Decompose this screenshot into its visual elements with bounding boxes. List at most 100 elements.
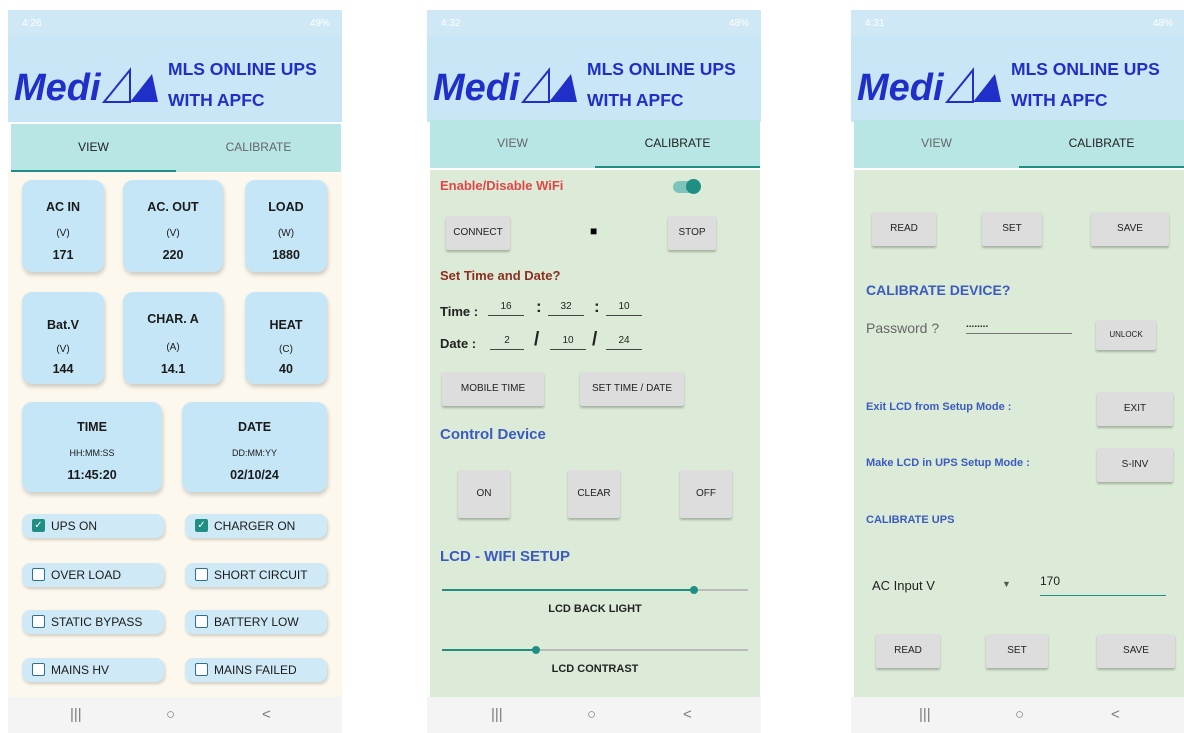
tab-bar: VIEW CALIBRATE xyxy=(854,120,1184,168)
hour-field[interactable]: 16 xyxy=(488,300,524,316)
card-load: LOAD (W) 1880 xyxy=(245,180,327,272)
tab-view[interactable]: VIEW xyxy=(430,120,595,168)
tab-view[interactable]: VIEW xyxy=(854,120,1019,168)
second-field[interactable]: 10 xyxy=(606,300,642,316)
year-field[interactable]: 24 xyxy=(606,334,642,350)
phone-screen-calibrate-device: 4:31 48% Medi MLS ONLINE UPS WITH APFC V… xyxy=(851,10,1184,733)
battery-percent: 49% xyxy=(309,18,330,29)
month-field[interactable]: 10 xyxy=(550,334,586,350)
set-button-bottom[interactable]: SET xyxy=(986,634,1048,668)
checkbox-icon[interactable] xyxy=(195,663,208,676)
time-separator: : xyxy=(536,297,542,316)
calibrate-device-content: READ SET SAVE CALIBRATE DEVICE? Password… xyxy=(854,170,1184,698)
tab-calibrate[interactable]: CALIBRATE xyxy=(595,120,760,168)
card-ac-out: AC. OUT (V) 220 xyxy=(123,180,223,272)
check-static-bypass[interactable]: STATIC BYPASS xyxy=(22,610,164,634)
tab-calibrate[interactable]: CALIBRATE xyxy=(1019,120,1184,168)
minute-field[interactable]: 32 xyxy=(548,300,584,316)
connect-button[interactable]: CONNECT xyxy=(446,216,510,250)
password-label: Password ? xyxy=(866,320,940,336)
status-time: 4:31 xyxy=(865,18,885,29)
card-date: DATE DD:MM:YY 02/10/24 xyxy=(182,402,327,492)
set-button-top[interactable]: SET xyxy=(982,212,1042,246)
checkbox-icon[interactable] xyxy=(32,663,45,676)
contrast-slider-fill xyxy=(442,649,536,651)
unlock-button[interactable]: UNLOCK xyxy=(1096,320,1156,350)
clear-button[interactable]: CLEAR xyxy=(568,470,620,518)
home-button[interactable]: ○ xyxy=(1015,706,1024,723)
exit-button[interactable]: EXIT xyxy=(1097,392,1173,426)
svg-text:Medi: Medi xyxy=(857,67,945,108)
sinv-button[interactable]: S-INV xyxy=(1097,448,1173,482)
card-time: TIME HH:MM:SS 11:45:20 xyxy=(22,402,162,492)
back-button[interactable]: < xyxy=(683,706,692,723)
lcd-wifi-title: LCD - WIFI SETUP xyxy=(440,548,570,565)
phone-screen-view: 4:26 49% Medi MLS ONLINE UPS WITH APFC V… xyxy=(8,10,342,733)
status-time: 4:32 xyxy=(441,18,461,29)
check-ups-on[interactable]: ✓ UPS ON xyxy=(22,514,164,538)
contrast-slider-thumb[interactable] xyxy=(532,646,540,654)
save-button-bottom[interactable]: SAVE xyxy=(1097,634,1175,668)
time-separator: : xyxy=(594,297,600,316)
control-title: Control Device xyxy=(440,426,546,443)
checkbox-checked-icon[interactable]: ✓ xyxy=(32,519,45,532)
checkbox-icon[interactable] xyxy=(195,568,208,581)
home-button[interactable]: ○ xyxy=(166,706,175,723)
app-title: MLS ONLINE UPS WITH APFC xyxy=(587,59,736,110)
check-charger-on[interactable]: ✓ CHARGER ON xyxy=(185,514,327,538)
wifi-label: Enable/Disable WiFi xyxy=(440,178,564,193)
check-over-load[interactable]: OVER LOAD xyxy=(22,563,164,587)
calibrate-device-title: CALIBRATE DEVICE? xyxy=(866,282,1011,298)
dropdown-arrow-icon[interactable]: ▼ xyxy=(1002,579,1011,589)
off-button[interactable]: OFF xyxy=(680,470,732,518)
backlight-label: LCD BACK LIGHT xyxy=(548,603,642,615)
system-nav-bar: ||| ○ < xyxy=(851,697,1184,733)
contrast-label: LCD CONTRAST xyxy=(551,663,639,675)
set-time-date-button[interactable]: SET TIME / DATE xyxy=(580,372,684,406)
check-mains-hv[interactable]: MAINS HV xyxy=(22,658,164,682)
system-nav-bar: ||| ○ < xyxy=(8,697,342,733)
recents-button[interactable]: ||| xyxy=(491,706,503,723)
phone-screen-calibrate-time: 4:32 48% Medi MLS ONLINE UPS WITH APFC V… xyxy=(427,10,761,733)
checkbox-icon[interactable] xyxy=(32,615,45,628)
checkbox-checked-icon[interactable]: ✓ xyxy=(195,519,208,532)
connection-indicator: ■ xyxy=(590,224,598,238)
calibration-dropdown[interactable]: AC Input V xyxy=(872,578,935,593)
date-separator: / xyxy=(534,329,540,350)
calibrate-content: Enable/Disable WiFi CONNECT ■ STOP Set T… xyxy=(430,170,760,698)
back-button[interactable]: < xyxy=(262,706,271,723)
sinv-label: Make LCD in UPS Setup Mode : xyxy=(866,457,1030,469)
svg-text:Medi: Medi xyxy=(14,67,102,108)
wifi-toggle-thumb[interactable] xyxy=(686,179,701,194)
card-ac-in: AC IN (V) 171 xyxy=(22,180,104,272)
day-field[interactable]: 2 xyxy=(490,334,524,350)
on-button[interactable]: ON xyxy=(458,470,510,518)
check-mains-failed[interactable]: MAINS FAILED xyxy=(185,658,327,682)
check-short-circuit[interactable]: SHORT CIRCUIT xyxy=(185,563,327,587)
home-button[interactable]: ○ xyxy=(587,706,596,723)
save-button-top[interactable]: SAVE xyxy=(1091,212,1169,246)
system-nav-bar: ||| ○ < xyxy=(427,697,761,733)
read-button-bottom[interactable]: READ xyxy=(876,634,940,668)
calibration-value-input[interactable]: 170 xyxy=(1040,574,1166,596)
medi-logo: Medi xyxy=(12,62,162,109)
mobile-time-button[interactable]: MOBILE TIME xyxy=(442,372,544,406)
checkbox-icon[interactable] xyxy=(32,568,45,581)
checkbox-icon[interactable] xyxy=(195,615,208,628)
date-separator: / xyxy=(592,329,598,350)
app-title: MLS ONLINE UPS WITH APFC xyxy=(1011,59,1160,110)
recents-button[interactable]: ||| xyxy=(919,706,931,723)
battery-percent: 48% xyxy=(728,18,749,29)
read-button-top[interactable]: READ xyxy=(872,212,936,246)
check-battery-low[interactable]: BATTERY LOW xyxy=(185,610,327,634)
tab-calibrate[interactable]: CALIBRATE xyxy=(176,124,341,172)
card-heat: HEAT (C) 40 xyxy=(245,292,327,384)
stop-button[interactable]: STOP xyxy=(668,216,716,250)
tab-view[interactable]: VIEW xyxy=(11,124,176,172)
status-time: 4:26 xyxy=(22,18,42,29)
backlight-slider-thumb[interactable] xyxy=(690,586,698,594)
back-button[interactable]: < xyxy=(1111,706,1120,723)
password-field[interactable]: ........ xyxy=(966,318,1072,334)
date-label: Date : xyxy=(440,336,477,351)
recents-button[interactable]: ||| xyxy=(70,706,82,723)
